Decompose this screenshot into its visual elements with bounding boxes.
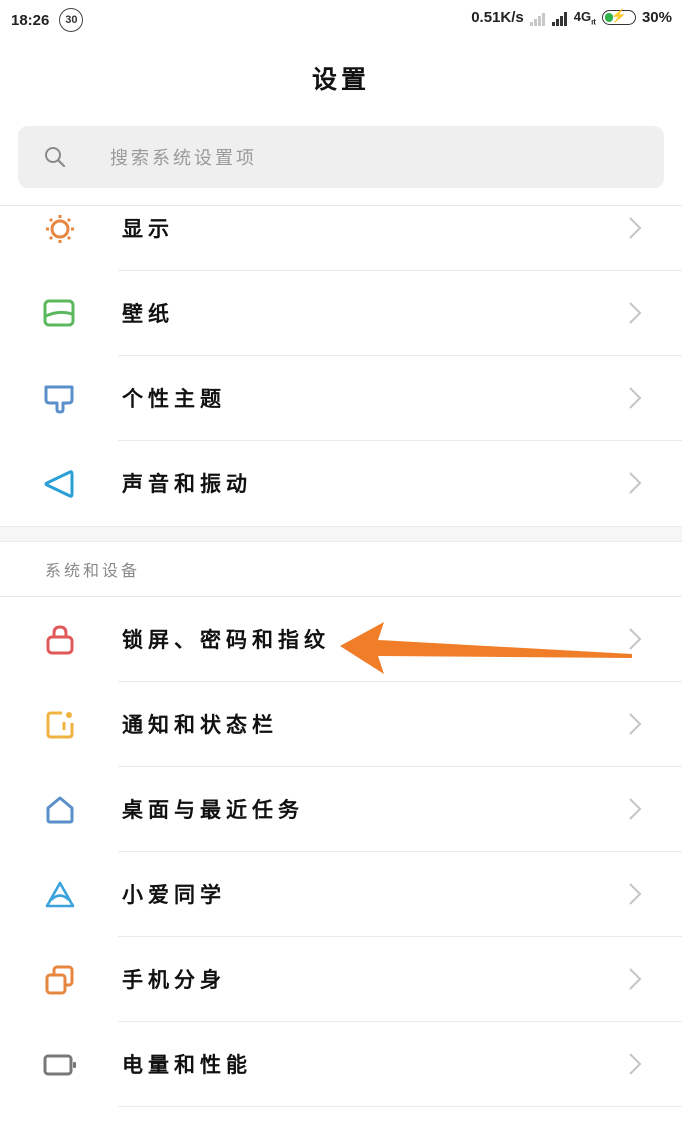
settings-item-label: 锁屏、密码和指纹: [122, 627, 330, 652]
search-placeholder: 搜索系统设置项: [110, 148, 257, 169]
net-speed: 0.51K/s: [471, 9, 524, 27]
sound-icon: [44, 470, 74, 498]
settings-item-label: 手机分身: [122, 967, 226, 992]
battery-icon: ⚡: [601, 8, 636, 26]
settings-item-label: 电量和性能: [122, 1052, 252, 1077]
search-input[interactable]: 搜索系统设置项: [18, 126, 664, 188]
chevron-right-icon: [629, 302, 642, 324]
home-icon: [46, 796, 74, 824]
dual-app-icon: [45, 965, 74, 995]
settings-item-sound[interactable]: 声音和振动: [0, 441, 682, 526]
notification-count-badge: 30: [59, 8, 84, 32]
settings-item-label: 通知和状态栏: [122, 712, 278, 737]
lock-icon: [46, 625, 74, 655]
section-separator: [0, 526, 682, 542]
settings-item-wallpaper[interactable]: 壁纸: [0, 271, 682, 356]
status-time: 18:26: [11, 11, 50, 29]
status-right: 0.51K/s 4Gıt ⚡ 30%: [465, 8, 672, 27]
cell-signal-icon: [551, 10, 568, 26]
settings-item-label: 声音和振动: [122, 471, 252, 496]
chevron-right-icon: [629, 883, 642, 905]
settings-item-display[interactable]: 显示: [0, 186, 682, 271]
theme-icon: [44, 385, 74, 414]
settings-item-theme[interactable]: 个性主题: [0, 356, 682, 441]
status-bar: 18:26 30 0.51K/s 4Gıt ⚡ 30%: [0, 0, 682, 36]
section-header: 系统和设备: [45, 561, 141, 580]
charging-bolt-icon: ⚡: [610, 8, 628, 24]
settings-item-label: 个性主题: [122, 386, 226, 411]
sun-icon: [46, 215, 74, 243]
settings-item-label: 显示: [122, 216, 174, 241]
chevron-right-icon: [629, 217, 642, 239]
annotation-arrow-icon: [340, 622, 632, 674]
battery-icon: [43, 1054, 76, 1076]
settings-item-xiaoai[interactable]: 小爱同学: [0, 852, 682, 937]
settings-item-label: 桌面与最近任务: [122, 797, 304, 822]
battery-percent: 30%: [641, 9, 672, 27]
status-left: 18:26 30: [11, 8, 84, 32]
page-title: 设置: [311, 65, 370, 94]
chevron-right-icon: [629, 713, 642, 735]
chevron-right-icon: [629, 798, 642, 820]
settings-item-dual-apps[interactable]: 手机分身: [0, 937, 682, 1022]
settings-item-label: 小爱同学: [122, 882, 226, 907]
chevron-right-icon: [629, 472, 642, 494]
settings-item-notifications[interactable]: 通知和状态栏: [0, 682, 682, 767]
divider: [118, 1106, 682, 1107]
wifi-signal-icon: [529, 10, 546, 26]
settings-item-battery[interactable]: 电量和性能: [0, 1022, 682, 1107]
settings-item-home-screen[interactable]: 桌面与最近任务: [0, 767, 682, 852]
chevron-right-icon: [629, 1053, 642, 1075]
network-type: 4Gıt: [573, 9, 596, 27]
chevron-right-icon: [629, 387, 642, 409]
chevron-right-icon: [629, 968, 642, 990]
xiaoai-icon: [45, 881, 75, 908]
settings-item-label: 壁纸: [122, 301, 174, 326]
wallpaper-icon: [43, 299, 75, 327]
search-icon: [45, 147, 66, 168]
notification-icon: [46, 711, 74, 739]
